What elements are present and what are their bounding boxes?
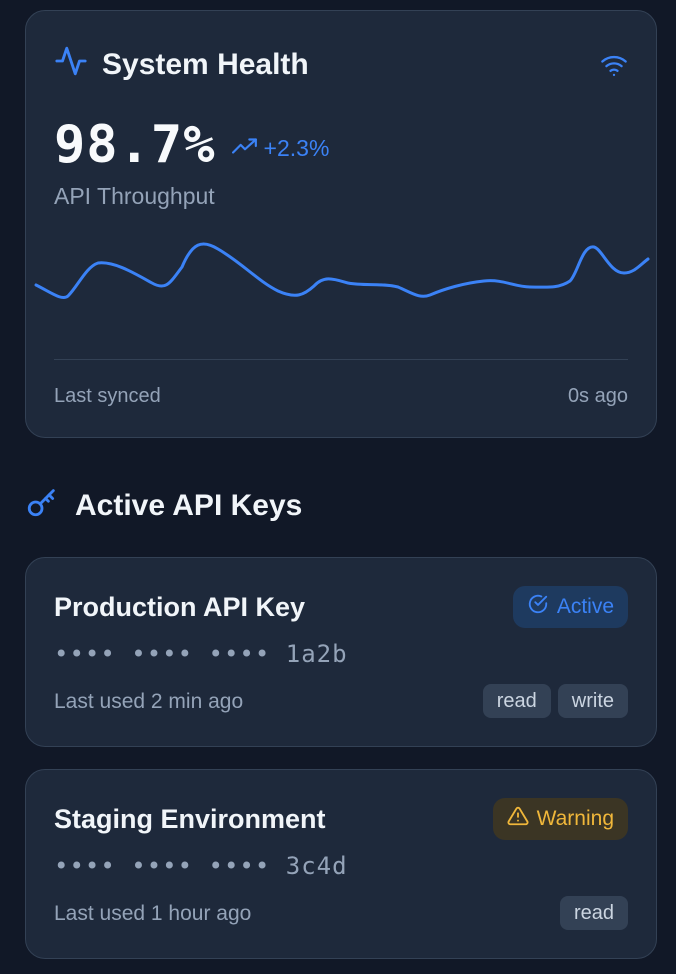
last-used: Last used 2 min ago bbox=[54, 690, 244, 713]
scope-tag-write: write bbox=[557, 684, 628, 718]
status-badge-active: Active bbox=[512, 586, 628, 628]
trend-indicator: +2.3% bbox=[231, 134, 330, 162]
key-icon bbox=[25, 485, 59, 527]
trending-up-icon bbox=[231, 135, 258, 162]
last-synced-value: 0s ago bbox=[567, 385, 628, 407]
api-key-card-staging[interactable]: Staging Environment Warning •••• •••• ••… bbox=[25, 769, 657, 959]
metric-value: 98.7% bbox=[54, 115, 216, 175]
status-badge-warning: Warning bbox=[492, 798, 628, 840]
api-keys-title: Active API Keys bbox=[75, 489, 303, 522]
masked-key: •••• •••• •••• 1a2b bbox=[54, 640, 348, 668]
check-circle-icon bbox=[527, 593, 549, 621]
activity-icon bbox=[54, 44, 88, 86]
api-keys-header: Active API Keys bbox=[25, 486, 302, 526]
metric-label: API Throughput bbox=[54, 183, 215, 209]
scope-tags: read write bbox=[482, 684, 628, 718]
last-used: Last used 1 hour ago bbox=[54, 902, 252, 925]
wifi-icon bbox=[600, 53, 628, 82]
api-key-card-production[interactable]: Production API Key Active •••• •••• ••••… bbox=[25, 557, 657, 747]
system-health-title: System Health bbox=[102, 48, 309, 81]
scope-tag-read: read bbox=[482, 684, 551, 718]
trend-value: +2.3% bbox=[263, 134, 330, 161]
status-label: Warning bbox=[536, 807, 614, 830]
warning-icon bbox=[507, 805, 529, 833]
masked-key: •••• •••• •••• 3c4d bbox=[54, 852, 348, 880]
key-name: Staging Environment bbox=[54, 804, 326, 834]
throughput-sparkline bbox=[34, 242, 650, 300]
system-health-header: System Health bbox=[54, 44, 309, 86]
status-label: Active bbox=[556, 595, 614, 618]
key-name: Production API Key bbox=[54, 592, 306, 622]
last-synced-label: Last synced bbox=[54, 385, 161, 407]
scope-tag-read: read bbox=[559, 896, 628, 930]
sparkline-line bbox=[34, 242, 650, 300]
metric-row: 98.7% +2.3% bbox=[54, 115, 329, 175]
divider bbox=[54, 359, 628, 360]
scope-tags: read bbox=[559, 896, 628, 930]
system-health-card: System Health 98.7% +2.3% API Throughput… bbox=[25, 10, 657, 438]
